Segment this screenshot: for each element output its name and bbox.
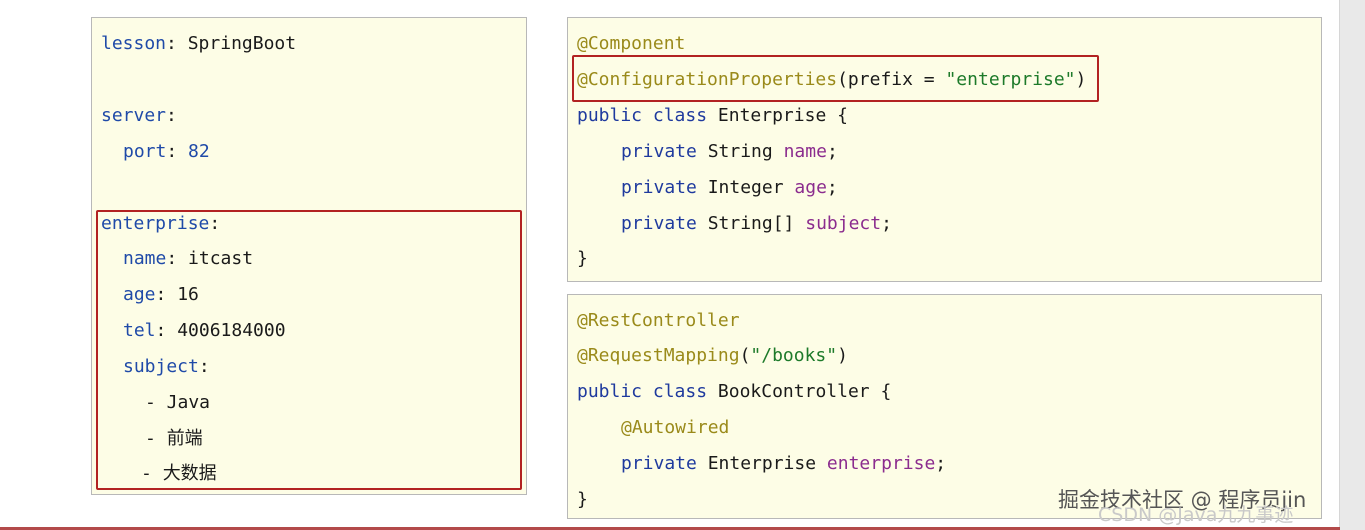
keyword-class: class bbox=[652, 381, 708, 402]
code-closing-brace: } bbox=[577, 489, 588, 510]
keyword-public: public bbox=[577, 105, 643, 126]
field-identifier: enterprise bbox=[826, 453, 936, 474]
keyword-public: public bbox=[577, 381, 643, 402]
yaml-line-lesson: lesson: SpringBoot bbox=[101, 33, 296, 55]
field-type: Integer bbox=[707, 177, 784, 198]
code-class-declaration: public class BookController { bbox=[577, 381, 891, 403]
class-name: Enterprise { bbox=[717, 105, 848, 126]
yaml-line-server: server: bbox=[101, 105, 177, 127]
requestmapping-annotation: @RequestMapping bbox=[577, 345, 740, 366]
configuration-properties-highlight bbox=[572, 55, 1099, 102]
semicolon: ; bbox=[881, 213, 892, 234]
yaml-key: lesson bbox=[101, 33, 167, 54]
field-identifier: name bbox=[783, 141, 827, 162]
watermark-csdn: CSDN @Java九九事迹 bbox=[1098, 504, 1294, 526]
code-closing-brace: } bbox=[577, 248, 588, 269]
yaml-line-port: port: 82 bbox=[123, 141, 210, 163]
keyword-private: private bbox=[621, 177, 697, 198]
code-restcontroller-annotation: @RestController bbox=[577, 310, 740, 331]
keyword-private: private bbox=[621, 141, 697, 162]
field-type: Enterprise bbox=[707, 453, 817, 474]
code-field-age: private Integer age; bbox=[621, 177, 838, 199]
vertical-scrollbar[interactable] bbox=[1339, 0, 1365, 530]
code-class-declaration: public class Enterprise { bbox=[577, 105, 848, 127]
semicolon: ; bbox=[826, 141, 838, 162]
field-type: String[] bbox=[707, 213, 795, 234]
code-field-enterprise: private Enterprise enterprise; bbox=[621, 453, 946, 475]
keyword-private: private bbox=[621, 213, 697, 234]
code-paren: ( bbox=[739, 345, 751, 366]
code-autowired-annotation: @Autowired bbox=[621, 417, 730, 438]
field-identifier: subject bbox=[805, 213, 882, 234]
field-type: String bbox=[707, 141, 773, 162]
class-name: BookController { bbox=[717, 381, 892, 402]
keyword-private: private bbox=[621, 453, 697, 474]
code-requestmapping-line: @RequestMapping("/books") bbox=[577, 345, 848, 367]
yaml-sep: : bbox=[166, 33, 188, 54]
code-field-name: private String name; bbox=[621, 141, 838, 163]
semicolon: ; bbox=[935, 453, 947, 474]
code-paren: ) bbox=[837, 345, 848, 366]
mapping-path-string: "/books" bbox=[750, 345, 838, 366]
field-identifier: age bbox=[794, 177, 827, 198]
keyword-class: class bbox=[652, 105, 708, 126]
semicolon: ; bbox=[826, 177, 838, 198]
yaml-key: port bbox=[123, 141, 167, 162]
enterprise-block-highlight bbox=[96, 210, 522, 490]
code-field-subject: private String[] subject; bbox=[621, 213, 892, 235]
yaml-sep: : bbox=[166, 141, 189, 162]
code-component-annotation: @Component bbox=[577, 33, 686, 54]
yaml-key: server bbox=[101, 105, 167, 126]
yaml-value: 82 bbox=[188, 141, 210, 162]
yaml-sep: : bbox=[166, 105, 177, 126]
yaml-value: SpringBoot bbox=[187, 33, 297, 54]
